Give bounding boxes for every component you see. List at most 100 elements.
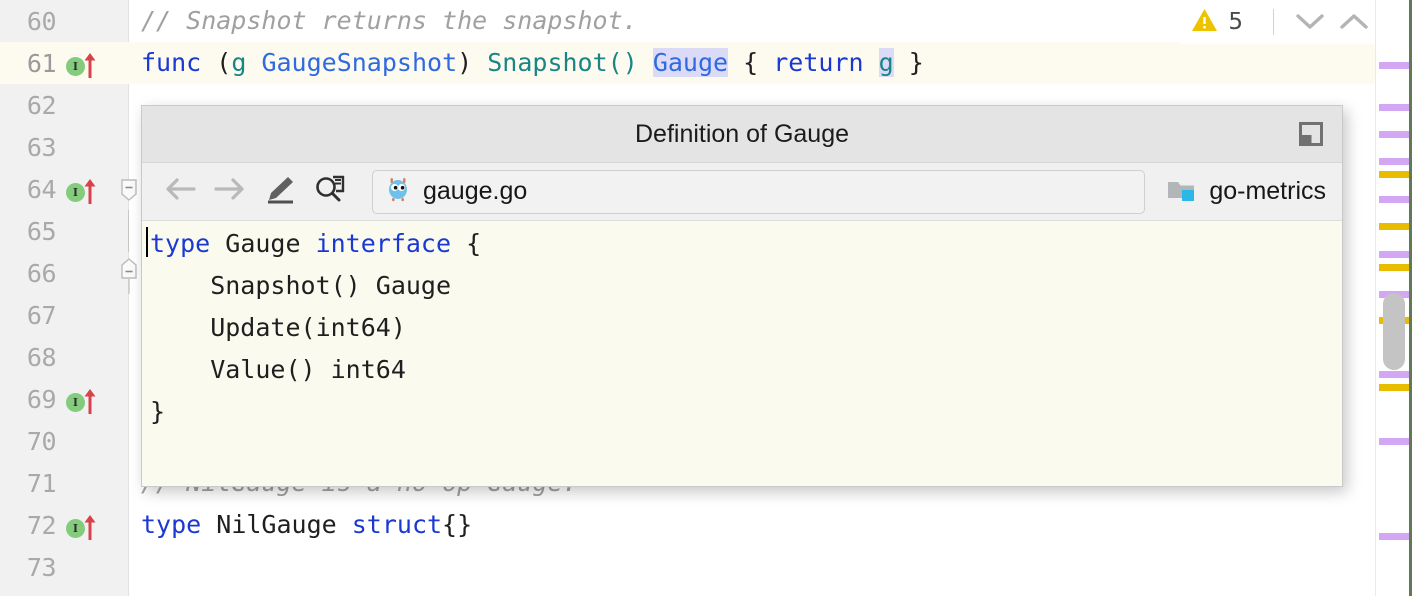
- kw-struct: struct: [352, 510, 442, 539]
- popup-code-line-4: Value() int64: [150, 355, 406, 384]
- popup-code-line-5: }: [150, 397, 165, 426]
- text-caret: [146, 227, 148, 257]
- vertical-scrollbar-thumb[interactable]: [1383, 293, 1405, 370]
- line-number[interactable]: 65: [0, 217, 56, 246]
- editor-line-row: 73: [0, 546, 1412, 588]
- inspection-marker[interactable]: [1379, 62, 1409, 69]
- inspection-marker[interactable]: [1379, 251, 1409, 258]
- divider: [1273, 9, 1274, 35]
- arrow-up-icon: [83, 178, 97, 204]
- implementation-gutter-marker[interactable]: I: [66, 384, 108, 414]
- fold-end-icon: [119, 252, 139, 294]
- receiver-name: g: [231, 48, 246, 77]
- popup-code-line-3: Update(int64): [150, 313, 406, 342]
- line-number[interactable]: 60: [0, 7, 56, 36]
- chevron-down-icon[interactable]: [1288, 0, 1332, 44]
- line-number[interactable]: 69: [0, 385, 56, 414]
- inspection-marker[interactable]: [1379, 533, 1409, 540]
- warning-triangle-icon: [1191, 8, 1218, 37]
- popup-toolbar: gauge.go go-metrics: [142, 163, 1342, 221]
- go-file-icon: [385, 176, 411, 207]
- warning-indicator[interactable]: 5: [1191, 8, 1259, 37]
- inspection-marker[interactable]: [1379, 223, 1409, 230]
- inspection-marker[interactable]: [1379, 158, 1409, 165]
- line-number[interactable]: 71: [0, 469, 56, 498]
- line-number[interactable]: 62: [0, 91, 56, 120]
- line-number[interactable]: 61: [0, 49, 56, 78]
- return-type-highlight: Gauge: [653, 48, 728, 77]
- file-path-field[interactable]: gauge.go: [372, 170, 1145, 214]
- module-name: go-metrics: [1209, 177, 1326, 206]
- implementation-gutter-marker[interactable]: I: [66, 174, 108, 204]
- warning-count: 5: [1228, 9, 1243, 35]
- punct-brace-open: {: [728, 48, 773, 77]
- code-folding-marker[interactable]: [119, 168, 139, 210]
- sp2: [638, 48, 653, 77]
- chevron-up-icon[interactable]: [1332, 0, 1376, 44]
- find-usages-icon: [314, 174, 346, 209]
- arrow-up-icon: [83, 52, 97, 78]
- module-folder-icon: [1167, 176, 1197, 207]
- return-value-highlight: g: [879, 48, 894, 77]
- punct-brace: {: [451, 229, 481, 258]
- fold-collapse-icon: [119, 168, 139, 210]
- arrow-up-icon: [83, 514, 97, 540]
- code-line-60: // Snapshot returns the snapshot.: [141, 6, 638, 35]
- implementation-gutter-marker[interactable]: I: [66, 48, 108, 78]
- inspection-status-strip: 5: [1181, 0, 1376, 44]
- file-name: gauge.go: [423, 177, 527, 206]
- sp: [246, 48, 261, 77]
- line-number[interactable]: 72: [0, 511, 56, 540]
- popup-title: Definition of Gauge: [635, 120, 849, 149]
- code-line-61: func (g GaugeSnapshot) Snapshot() Gauge …: [141, 48, 924, 77]
- punct-paren-open: (: [201, 48, 231, 77]
- inspection-marker[interactable]: [1379, 196, 1409, 203]
- kw-type: type: [141, 510, 201, 539]
- open-in-split-icon[interactable]: [1294, 117, 1328, 151]
- method-name: Snapshot(): [487, 48, 638, 77]
- popup-header: Definition of Gauge: [142, 106, 1342, 163]
- inspection-marker[interactable]: [1379, 371, 1409, 378]
- line-number[interactable]: 63: [0, 133, 56, 162]
- kw-type: type: [150, 229, 210, 258]
- kw-interface: interface: [316, 229, 451, 258]
- code-folding-marker[interactable]: [119, 210, 139, 252]
- ide-editor-screen: 60 61 I 62 63 64 I 65 66 67 68 69 I 70 71 72 I 73 // Snap…: [0, 0, 1412, 596]
- implementation-gutter-marker[interactable]: I: [66, 510, 108, 540]
- editor-marker-bar[interactable]: [1375, 0, 1412, 596]
- popup-code-area[interactable]: type Gauge interface { Snapshot() Gauge …: [142, 221, 1342, 486]
- pencil-icon: [264, 174, 296, 209]
- inspection-marker[interactable]: [1379, 171, 1409, 178]
- punct-braces: {}: [442, 510, 472, 539]
- sp3: [864, 48, 879, 77]
- inspection-marker[interactable]: [1379, 131, 1409, 138]
- arrow-up-icon: [83, 388, 97, 414]
- kw-return: return: [773, 48, 863, 77]
- inspection-marker[interactable]: [1379, 264, 1409, 271]
- inspection-marker[interactable]: [1379, 104, 1409, 111]
- edit-source-button[interactable]: [258, 170, 302, 214]
- inspection-marker[interactable]: [1379, 384, 1409, 391]
- find-usages-button[interactable]: [308, 170, 352, 214]
- definition-popup: Definition of Gauge: [141, 105, 1343, 487]
- kw-func: func: [141, 48, 201, 77]
- line-number[interactable]: 70: [0, 427, 56, 456]
- line-number[interactable]: 73: [0, 553, 56, 582]
- popup-code-line-2: Snapshot() Gauge: [150, 271, 451, 300]
- interface-name: Gauge: [210, 229, 315, 258]
- popup-code-line-1: type Gauge interface {: [150, 229, 481, 258]
- receiver-type: GaugeSnapshot: [261, 48, 457, 77]
- back-button[interactable]: [158, 170, 202, 214]
- forward-button[interactable]: [208, 170, 252, 214]
- arrow-left-icon: [164, 176, 196, 207]
- inspection-marker[interactable]: [1379, 438, 1409, 445]
- type-name: NilGauge: [201, 510, 352, 539]
- code-line-72: type NilGauge struct{}: [141, 510, 472, 539]
- module-chip[interactable]: go-metrics: [1167, 176, 1328, 207]
- line-number[interactable]: 66: [0, 259, 56, 288]
- line-number[interactable]: 68: [0, 343, 56, 372]
- line-number[interactable]: 67: [0, 301, 56, 330]
- arrow-right-icon: [214, 176, 246, 207]
- code-folding-marker[interactable]: [119, 252, 139, 294]
- line-number[interactable]: 64: [0, 175, 56, 204]
